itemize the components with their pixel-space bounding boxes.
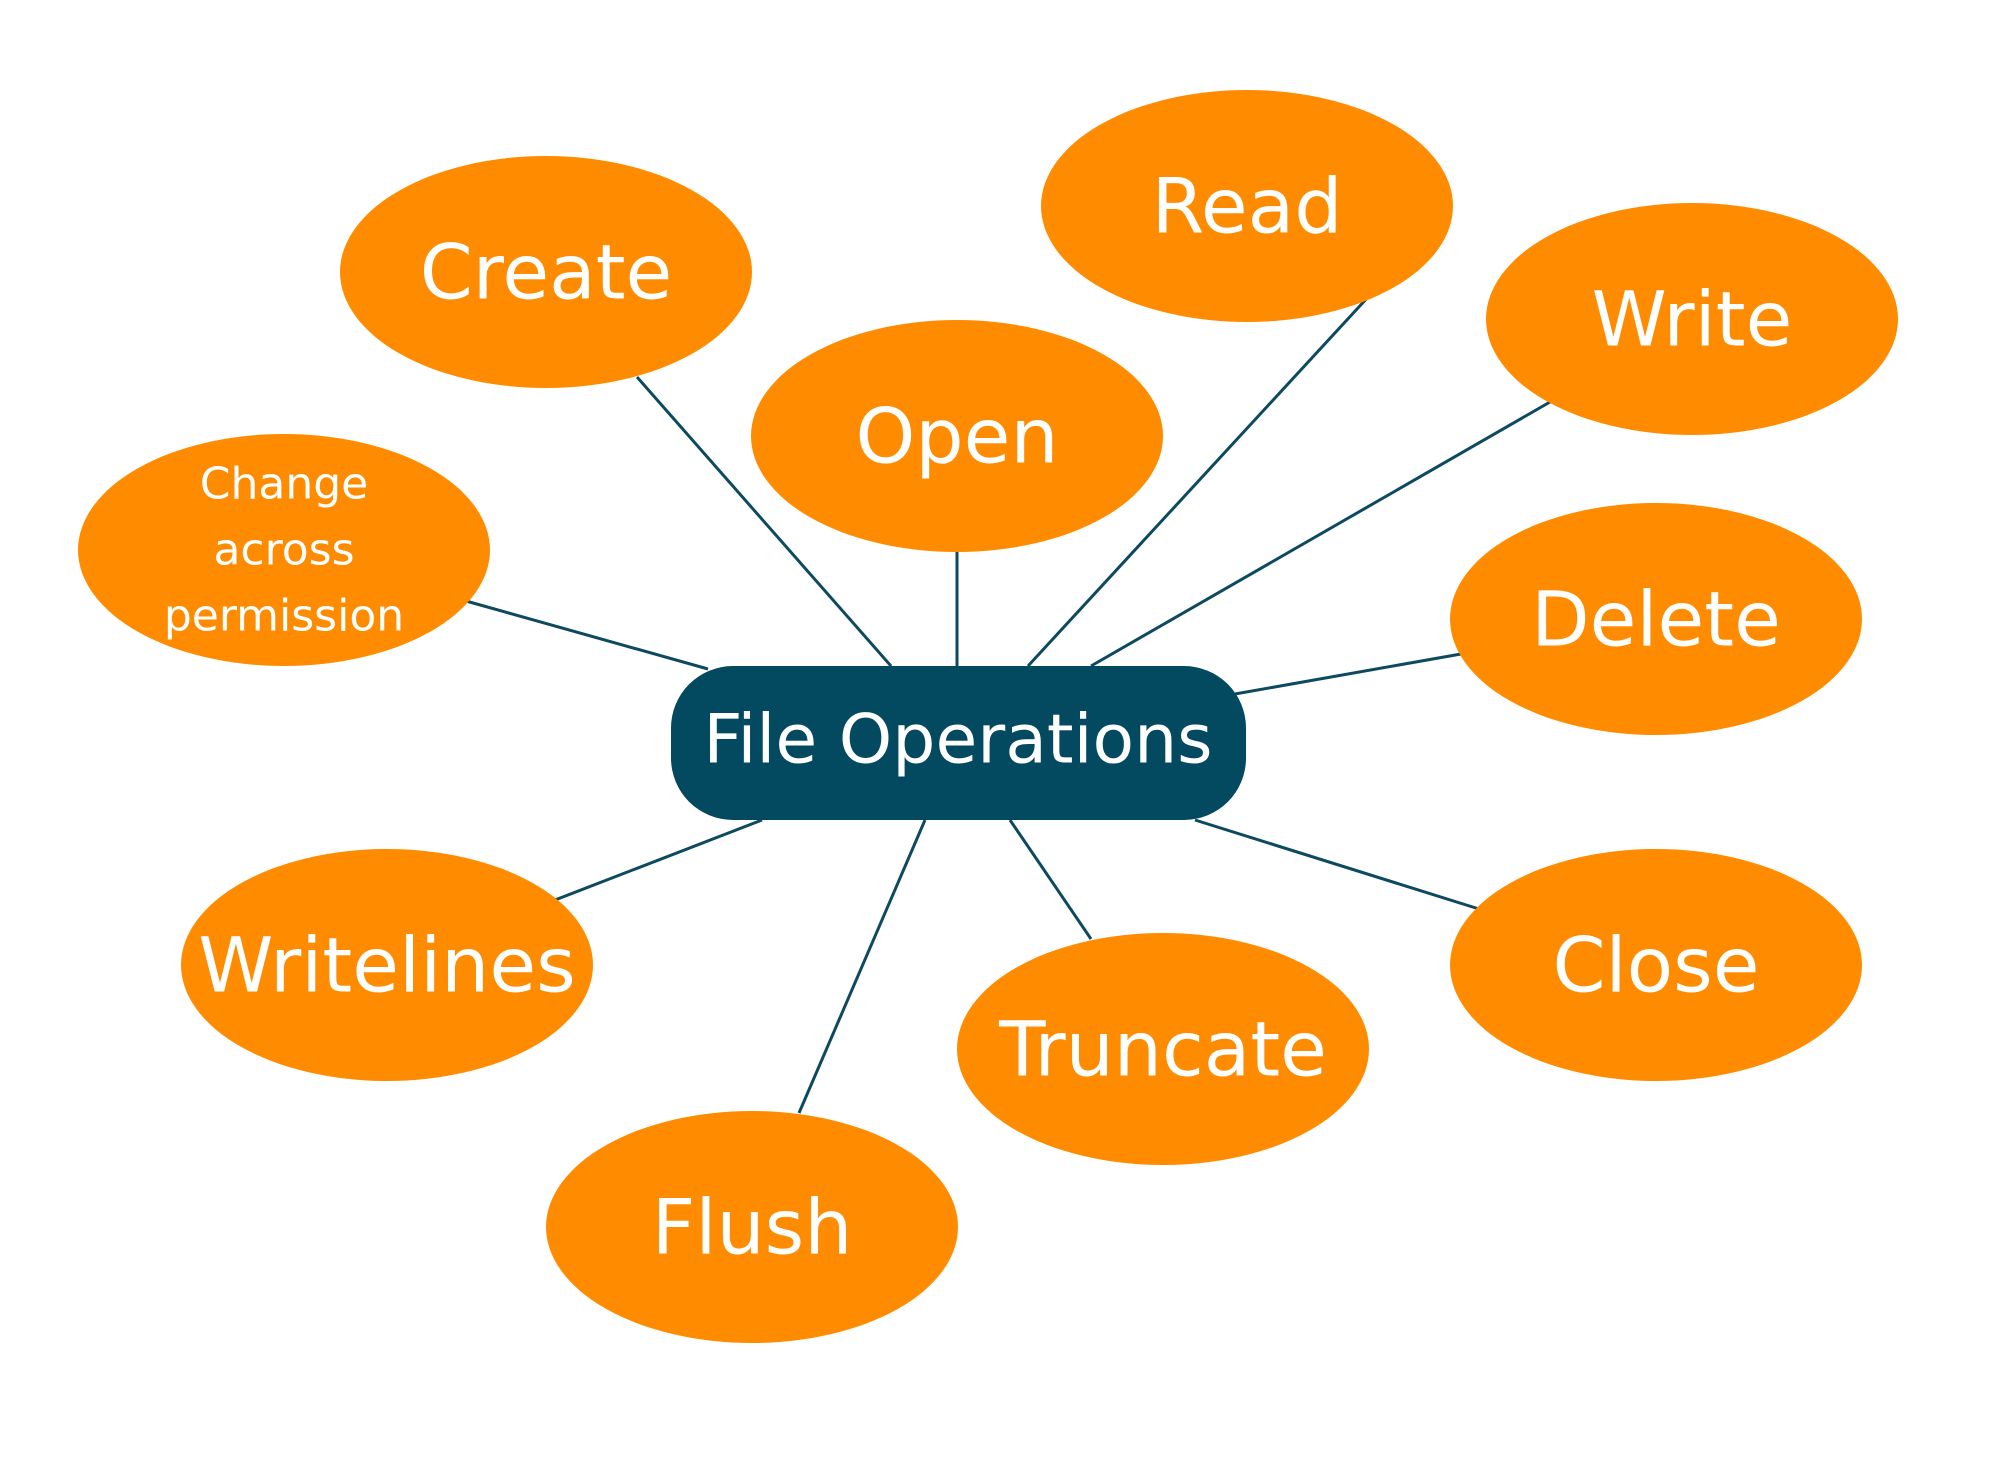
node-label: permission [164, 591, 404, 642]
node-close: Close [1450, 849, 1862, 1081]
node-read: Read [1041, 90, 1453, 322]
node-label: Writelines [198, 921, 575, 1010]
node-label: Read [1152, 162, 1343, 251]
diagram-svg: Create Read Write Open Change across permissio… [78, 90, 1898, 1343]
node-write: Write [1486, 203, 1898, 435]
mind-map-canvas: Create Read Write Open Change across permissio… [0, 0, 2000, 1466]
node-label: Create [420, 228, 673, 317]
node-delete: Delete [1450, 503, 1862, 735]
node-create: Create [340, 156, 752, 388]
node-writelines: Writelines [181, 849, 593, 1081]
node-change-across-permission: Change across permission [78, 434, 490, 666]
connector-change-across-permission [465, 599, 709, 671]
center-node: File Operations [671, 666, 1246, 820]
node-label: Close [1552, 921, 1759, 1010]
node-truncate: Truncate [957, 933, 1369, 1165]
node-label: across [213, 525, 354, 576]
connector-close [1194, 818, 1480, 911]
node-label: Delete [1531, 575, 1781, 664]
connector-delete [1234, 652, 1462, 696]
connector-truncate [1008, 819, 1093, 940]
node-label: Change [200, 459, 368, 510]
node-label: Write [1592, 275, 1793, 364]
node-flush: Flush [546, 1111, 958, 1343]
node-open: Open [751, 320, 1163, 552]
connector-flush [797, 819, 927, 1114]
connector-writelines [554, 818, 763, 902]
center-node-label: File Operations [703, 701, 1212, 780]
node-label: Truncate [998, 1005, 1327, 1094]
node-label: Open [856, 392, 1059, 481]
node-label: Flush [652, 1183, 853, 1272]
